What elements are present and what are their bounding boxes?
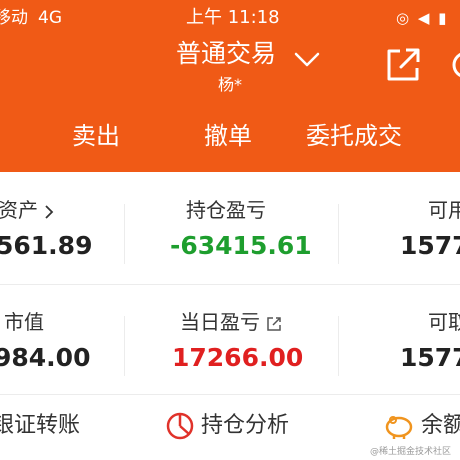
chevron-down-icon	[294, 52, 320, 67]
position-analysis-label: 持仓分析	[201, 413, 290, 438]
balance-button[interactable]: 余额	[384, 409, 460, 443]
available-funds-value: 1577.	[400, 231, 460, 260]
tab-sell[interactable]: 卖出	[72, 116, 120, 156]
status-time: 上午 11:18	[186, 7, 280, 28]
bank-transfer-label: 银证转账	[0, 413, 81, 438]
page-title: 普通交易	[176, 39, 277, 68]
withdrawable-funds-label: 可取	[428, 310, 460, 334]
position-pnl-value: -63415.61	[170, 231, 312, 260]
app-header: 移动 4G 上午 11:18 ◎ ◀ ▮ 普通交易 杨* 卖出 撤单 委托成交	[0, 0, 460, 172]
status-icons: ◎ ◀ ▮	[396, 9, 449, 27]
tab-orders-fills[interactable]: 委托成交	[306, 116, 402, 156]
daily-pnl-label[interactable]: 当日盈亏	[180, 308, 282, 336]
trade-type-selector[interactable]: 普通交易 杨*	[176, 38, 326, 98]
pie-chart-icon	[166, 412, 194, 440]
column-divider	[338, 204, 339, 264]
external-link-icon	[267, 316, 282, 331]
total-assets-label[interactable]: 资产	[0, 196, 54, 224]
total-assets-label-text: 资产	[0, 198, 38, 222]
watermark: @稀土掘金技术社区	[370, 447, 452, 457]
column-divider	[124, 316, 125, 376]
position-pnl-label: 持仓盈亏	[186, 198, 266, 222]
position-analysis-button[interactable]: 持仓分析	[166, 409, 289, 443]
market-value-label: 市值	[4, 310, 44, 334]
total-assets-value: 561.89	[0, 231, 93, 260]
status-carrier: 移动	[0, 8, 28, 28]
withdrawable-funds-value: 1577.	[400, 343, 460, 372]
tab-cancel-order[interactable]: 撤单	[204, 116, 252, 156]
gear-icon[interactable]	[444, 46, 460, 84]
balance-label: 余额	[421, 413, 460, 438]
account-summary: 资产 561.89 持仓盈亏 -63415.61 可用 1577. 市值 984…	[0, 172, 460, 394]
account-name: 杨*	[218, 75, 243, 94]
bank-transfer-button[interactable]: 银证转账	[0, 409, 80, 443]
row-divider	[0, 284, 460, 285]
share-icon[interactable]	[384, 46, 422, 84]
column-divider	[124, 204, 125, 264]
daily-pnl-label-text: 当日盈亏	[180, 310, 260, 334]
market-value-value: 984.00	[0, 343, 91, 372]
piggy-bank-icon	[385, 416, 413, 439]
daily-pnl-value: 17266.00	[172, 343, 304, 372]
column-divider	[338, 316, 339, 376]
available-funds-label: 可用	[428, 198, 460, 222]
chevron-right-icon	[45, 204, 54, 219]
status-network: 4G	[38, 8, 62, 28]
